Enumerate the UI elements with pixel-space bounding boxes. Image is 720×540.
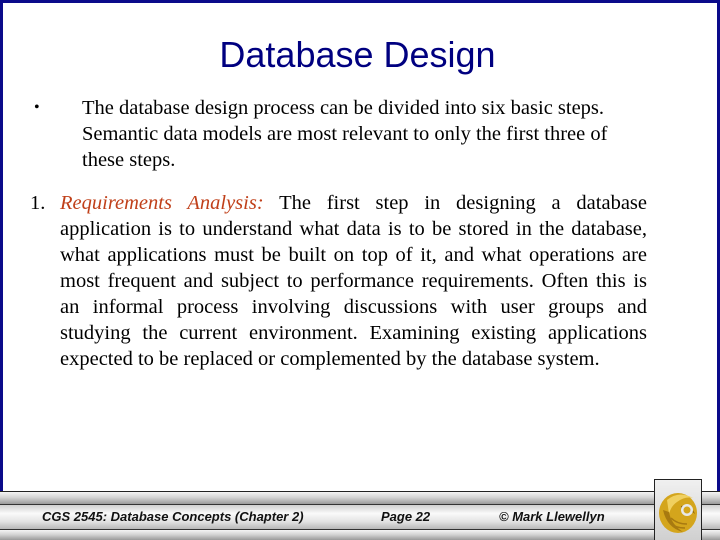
footer-course: CGS 2545: Database Concepts (Chapter 2) xyxy=(42,509,304,524)
step-number: 1. xyxy=(30,192,46,214)
slide-footer: CGS 2545: Database Concepts (Chapter 2) … xyxy=(0,491,720,540)
step-body: Requirements Analysis: The first step in… xyxy=(60,190,647,372)
logo-box xyxy=(654,479,702,540)
pegasus-logo-icon xyxy=(659,493,697,533)
bullet-icon: • xyxy=(34,99,40,116)
footer-copyright: © Mark Llewellyn xyxy=(499,509,605,524)
footer-page-number: Page 22 xyxy=(381,509,431,524)
footer-band-bottom xyxy=(0,530,720,540)
step-description: The first step in designing a database a… xyxy=(60,192,647,370)
bullet-text: The database design process can be divid… xyxy=(82,97,608,171)
footer-band-top xyxy=(0,491,720,504)
step-item: 1. Requirements Analysis: The first step… xyxy=(30,190,647,372)
step-term: Requirements Analysis: xyxy=(60,192,264,214)
intro-bullet: • The database design process can be div… xyxy=(34,95,648,173)
slide-title: Database Design xyxy=(219,34,496,75)
